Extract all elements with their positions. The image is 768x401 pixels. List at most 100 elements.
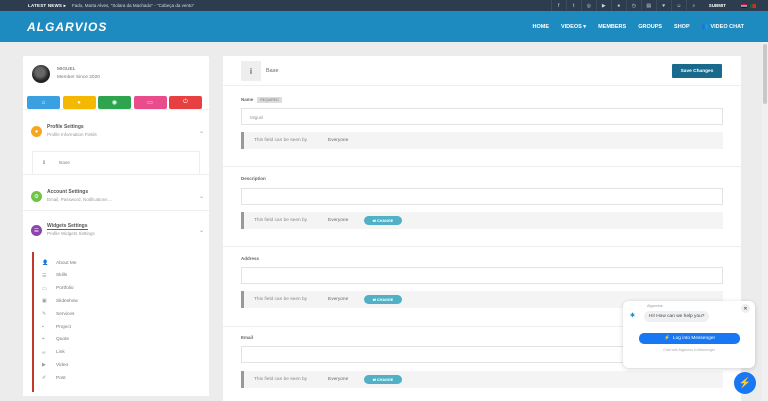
user-icon: ● — [77, 99, 81, 106]
messages-button[interactable]: ▭ — [133, 96, 167, 109]
quote-icon: ❝ — [42, 336, 45, 343]
widget-item[interactable]: 👤 About Me — [42, 260, 77, 266]
close-icon[interactable]: ✕ — [741, 304, 750, 313]
widget-item[interactable]: ▣ Slideshow — [42, 298, 78, 304]
widget-label: Video — [56, 362, 69, 368]
required-badge: REQUIRED — [257, 97, 282, 103]
nav-shop[interactable]: SHOP — [674, 24, 690, 30]
chevron-down-icon[interactable]: ⌄ — [199, 227, 204, 234]
account-settings-sub: Email, Password, Notifications ... — [47, 197, 113, 202]
widget-label: Services — [56, 311, 75, 317]
facebook-icon[interactable]: f — [550, 0, 566, 11]
home-button[interactable]: ⌂ — [27, 96, 60, 109]
visibility-text: This field can be seen by — [254, 297, 308, 302]
visibility-value: Everyone — [328, 377, 349, 382]
page-scrollbar[interactable] — [762, 42, 768, 401]
search-icon[interactable]: ⌕ — [685, 0, 701, 11]
change-visibility-button[interactable]: ⇄ CHANGE — [364, 375, 402, 384]
widget-item[interactable]: ∞ Link — [42, 350, 65, 356]
video-icon: ▶ — [42, 362, 46, 369]
widget-label: About Me — [56, 260, 77, 266]
user-icon[interactable]: ☺ — [670, 0, 686, 11]
nav-video-chat[interactable]: 👥 VIDEO CHAT — [702, 24, 744, 30]
scrollbar-thumb[interactable] — [763, 44, 767, 104]
people-icon: 👥 — [701, 23, 709, 30]
widget-label: Quote — [56, 337, 70, 343]
visibility-text: This field can be seen by — [254, 138, 308, 143]
widget-item[interactable]: ▪ Project — [42, 324, 71, 330]
profile-settings-sub: Profile Information Fields — [47, 132, 97, 137]
nav-videos[interactable]: VIDEOS ▾ — [561, 24, 586, 30]
brand-logo-icon: ✱ — [630, 313, 636, 319]
save-changes-button[interactable]: Save Changes — [672, 64, 722, 78]
address-label: Address — [241, 256, 260, 261]
page-title: Base — [266, 68, 279, 74]
folder-icon: ▭ — [42, 285, 47, 292]
twitter-icon[interactable]: t — [565, 0, 581, 11]
name-input[interactable]: Miguel — [241, 108, 723, 125]
widget-label: Link — [56, 350, 65, 356]
settings-sidebar: MIGUEL Member Since 2020 ⌂ ● ◉ ▭ ⏻ ● Pro… — [23, 56, 209, 396]
person-icon: 👤 — [42, 260, 49, 266]
nav-members[interactable]: MEMBERS — [598, 24, 626, 30]
nav-groups[interactable]: GROUPS — [638, 24, 662, 30]
change-visibility-button[interactable]: ⇄ CHANGE — [364, 216, 402, 225]
submit-link[interactable]: SUBMIT — [701, 3, 738, 8]
account-settings-title: Account Settings — [47, 189, 89, 195]
clock-icon[interactable]: ◷ — [625, 0, 641, 11]
widget-label: Slideshow — [56, 298, 78, 304]
profile-button[interactable]: ● — [62, 96, 96, 109]
divider — [223, 246, 741, 247]
widget-item[interactable]: ▶ Video — [42, 362, 68, 368]
description-label: Description — [241, 176, 266, 181]
portuguese-flag-icon[interactable] — [750, 3, 756, 8]
form-header: i Base Save Changes — [223, 56, 741, 86]
widget-item[interactable]: ✎ Services — [42, 311, 74, 317]
widget-label: Portfolio — [56, 286, 74, 292]
visibility-value: Everyone — [328, 218, 349, 223]
messenger-login-button[interactable]: ⚡ Log into Messenger — [639, 333, 740, 344]
profile-name: MIGUEL — [57, 67, 76, 72]
cart-icon[interactable]: ▤ — [640, 0, 656, 11]
news-ticker[interactable]: Fado, Marta Alves, "Solara da Machado" -… — [72, 3, 194, 8]
logout-button[interactable]: ⏻ — [169, 96, 202, 109]
widget-label: Project — [56, 324, 71, 330]
messenger-launcher-icon[interactable]: ⚡ — [734, 372, 756, 394]
site-logo[interactable]: ALGARVIOS — [27, 20, 107, 34]
english-flag-icon[interactable] — [741, 3, 747, 8]
divider — [223, 166, 741, 167]
notification-icon[interactable]: ♥ — [655, 0, 671, 11]
widgets-list: 👤 About Me ☰ Skills ▭ Portfolio ▣ Slideshow ✎ Ser… — [32, 252, 200, 392]
description-visibility: This field can be seen by Everyone ⇄ CHA… — [241, 212, 723, 229]
quick-buttons: ⌂ ● ◉ ▭ ⏻ — [27, 96, 205, 109]
sidebar-item-base[interactable]: ℹ Base — [32, 151, 200, 176]
chevron-down-icon[interactable]: ⌄ — [199, 193, 204, 200]
instagram-icon[interactable]: ◎ — [580, 0, 596, 11]
widgets-settings-sub: Profile Widgets Settings — [47, 231, 95, 236]
power-icon: ⏻ — [183, 99, 188, 105]
wrench-icon: ✎ — [42, 311, 47, 318]
avatar[interactable] — [32, 65, 50, 83]
chat-brand: Algarvios — [647, 304, 663, 308]
email-visibility: This field can be seen by Everyone ⇄ CHA… — [241, 371, 723, 388]
slideshow-icon: ▣ — [42, 298, 47, 305]
sidebar-item-label: Base — [59, 161, 70, 166]
nav-home[interactable]: HOME — [532, 24, 549, 30]
account-icon: ◉ — [111, 100, 118, 106]
visibility-text: This field can be seen by — [254, 218, 308, 223]
description-input[interactable] — [241, 188, 723, 205]
widget-item[interactable]: ▭ Portfolio — [42, 286, 74, 292]
widget-item[interactable]: ✐ Post — [42, 375, 66, 381]
profile-settings-icon: ● — [31, 126, 42, 137]
youtube-icon[interactable]: ▶ — [595, 0, 611, 11]
widget-label: Post — [56, 375, 66, 381]
widget-item[interactable]: ☰ Skills — [42, 273, 67, 279]
widget-item[interactable]: ❝ Quote — [42, 337, 69, 343]
address-input[interactable] — [241, 267, 723, 284]
account-button[interactable]: ◉ — [98, 96, 131, 109]
name-visibility: This field can be seen by Everyone — [241, 132, 723, 149]
chevron-down-icon[interactable]: ⌄ — [199, 128, 204, 135]
visibility-text: This field can be seen by — [254, 377, 308, 382]
flickr-icon[interactable]: ● — [610, 0, 626, 11]
change-visibility-button[interactable]: ⇄ CHANGE — [364, 295, 402, 304]
